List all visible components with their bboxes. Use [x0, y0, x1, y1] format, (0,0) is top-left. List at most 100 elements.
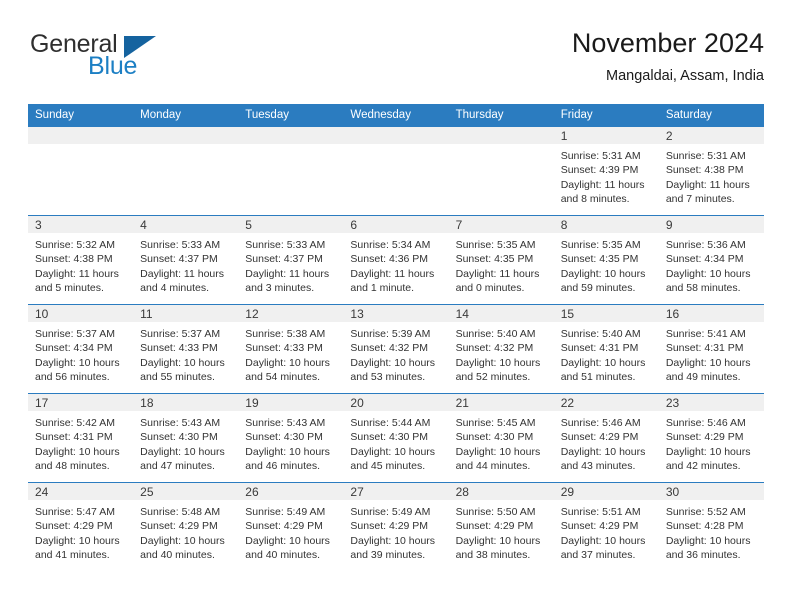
calendar-day-cell[interactable]: 7 Sunrise: 5:35 AM Sunset: 4:35 PM Daylight… — [448, 215, 554, 305]
sunrise-text: Sunrise: 5:38 AM — [245, 328, 326, 340]
page-title: November 2024 — [571, 28, 764, 58]
sunrise-text: Sunrise: 5:49 AM — [245, 506, 326, 518]
sunset-text: Sunset: 4:38 PM — [665, 164, 744, 177]
calendar-day-cell[interactable]: 13 Sunrise: 5:39 AM Sunset: 4:32 PM Dayligh… — [343, 304, 449, 394]
calendar-day-cell[interactable]: 10 Sunrise: 5:37 AM Sunset: 4:34 PM Dayligh… — [28, 304, 134, 394]
daylight-text-line2: and 43 minutes. — [560, 460, 636, 473]
sunset-text: Sunset: 4:29 PM — [455, 520, 534, 533]
day-details: Sunrise: 5:48 AM Sunset: 4:29 PM Daylight:… — [133, 500, 238, 563]
day-details: Sunrise: 5:40 AM Sunset: 4:31 PM Daylight:… — [554, 322, 659, 385]
daylight-text-line2: and 46 minutes. — [245, 460, 320, 473]
day-details: Sunrise: 5:51 AM Sunset: 4:29 PM Daylight:… — [554, 500, 659, 563]
calendar-day-cell[interactable]: 1 Sunrise: 5:31 AM Sunset: 4:39 PM Daylight… — [553, 126, 659, 216]
calendar-body: 1 Sunrise: 5:31 AM Sunset: 4:39 PM Daylight… — [28, 126, 764, 571]
calendar-table: Sunday Monday Tuesday Wednesday Thursday… — [28, 104, 764, 571]
calendar-day-cell[interactable]: 9 Sunrise: 5:36 AM Sunset: 4:34 PM Daylight… — [658, 215, 764, 305]
daylight-text-line2: and 5 minutes. — [35, 282, 104, 295]
weekday-header-friday: Friday — [553, 104, 659, 127]
calendar-day-cell[interactable]: 18 Sunrise: 5:43 AM Sunset: 4:30 PM Dayligh… — [133, 393, 239, 483]
sunset-text: Sunset: 4:35 PM — [560, 253, 639, 266]
day-details: Sunrise: 5:39 AM Sunset: 4:32 PM Daylight:… — [343, 322, 448, 385]
daylight-text-line2: and 1 minute. — [350, 282, 415, 295]
day-number: 12 — [238, 305, 344, 322]
sunrise-text: Sunrise: 5:52 AM — [665, 506, 746, 518]
day-details: Sunrise: 5:32 AM Sunset: 4:38 PM Daylight:… — [28, 233, 133, 296]
daylight-text-line2: and 58 minutes. — [665, 282, 741, 295]
day-number: 26 — [238, 483, 344, 500]
calendar-day-cell[interactable]: 24 Sunrise: 5:47 AM Sunset: 4:29 PM Dayligh… — [28, 482, 134, 571]
sunset-text: Sunset: 4:29 PM — [35, 520, 113, 533]
calendar-day-cell[interactable]: 20 Sunrise: 5:44 AM Sunset: 4:30 PM Dayligh… — [343, 393, 449, 483]
calendar-day-cell[interactable]: 3 Sunrise: 5:32 AM Sunset: 4:38 PM Daylight… — [28, 215, 134, 305]
calendar-day-cell[interactable]: 16 Sunrise: 5:41 AM Sunset: 4:31 PM Dayligh… — [658, 304, 764, 394]
daylight-text-line1: Daylight: 11 hours — [245, 267, 330, 280]
calendar-day-cell[interactable]: 14 Sunrise: 5:40 AM Sunset: 4:32 PM Dayligh… — [448, 304, 554, 394]
calendar-day-cell[interactable]: 12 Sunrise: 5:38 AM Sunset: 4:33 PM Dayligh… — [238, 304, 344, 394]
calendar-day-cell[interactable]: 11 Sunrise: 5:37 AM Sunset: 4:33 PM Dayligh… — [133, 304, 239, 394]
daylight-text-line2: and 49 minutes. — [665, 371, 741, 384]
sunrise-text: Sunrise: 5:37 AM — [140, 328, 221, 340]
calendar-day-cell[interactable]: 30 Sunrise: 5:52 AM Sunset: 4:28 PM Dayligh… — [658, 482, 764, 571]
day-number — [238, 127, 344, 144]
daylight-text-line2: and 37 minutes. — [560, 549, 636, 562]
weekday-header-thursday: Thursday — [448, 104, 554, 127]
sunset-text: Sunset: 4:30 PM — [455, 431, 534, 444]
sunrise-text: Sunrise: 5:49 AM — [350, 506, 431, 518]
sunset-text: Sunset: 4:29 PM — [245, 520, 323, 533]
daylight-text-line2: and 4 minutes. — [140, 282, 210, 295]
calendar-day-cell[interactable]: 2 Sunrise: 5:31 AM Sunset: 4:38 PM Daylight… — [658, 126, 764, 216]
calendar-day-cell[interactable]: 19 Sunrise: 5:43 AM Sunset: 4:30 PM Dayligh… — [238, 393, 344, 483]
daylight-text-line1: Daylight: 10 hours — [560, 445, 646, 458]
day-number: 13 — [343, 305, 449, 322]
sunset-text: Sunset: 4:30 PM — [245, 431, 323, 444]
weekday-header-wednesday: Wednesday — [343, 104, 449, 127]
sunset-text: Sunset: 4:35 PM — [455, 253, 534, 266]
daylight-text-line2: and 36 minutes. — [665, 549, 741, 562]
calendar-day-cell[interactable]: 25 Sunrise: 5:48 AM Sunset: 4:29 PM Dayligh… — [133, 482, 239, 571]
sunset-text: Sunset: 4:29 PM — [665, 431, 744, 444]
day-details: Sunrise: 5:31 AM Sunset: 4:38 PM Daylight:… — [659, 144, 764, 207]
calendar-day-cell[interactable]: 22 Sunrise: 5:46 AM Sunset: 4:29 PM Dayligh… — [553, 393, 659, 483]
day-number: 28 — [448, 483, 554, 500]
daylight-text-line1: Daylight: 10 hours — [665, 534, 751, 547]
sunrise-text: Sunrise: 5:48 AM — [140, 506, 221, 518]
day-details: Sunrise: 5:52 AM Sunset: 4:28 PM Daylight:… — [659, 500, 764, 563]
daylight-text-line1: Daylight: 11 hours — [140, 267, 224, 280]
calendar-day-cell[interactable]: 27 Sunrise: 5:49 AM Sunset: 4:29 PM Dayligh… — [343, 482, 449, 571]
daylight-text-line1: Daylight: 10 hours — [665, 356, 751, 369]
calendar-day-cell[interactable]: 28 Sunrise: 5:50 AM Sunset: 4:29 PM Dayligh… — [448, 482, 554, 571]
sunrise-text: Sunrise: 5:31 AM — [560, 150, 641, 162]
sunset-text: Sunset: 4:38 PM — [35, 253, 113, 266]
sunrise-text: Sunrise: 5:46 AM — [560, 417, 641, 429]
calendar-day-cell[interactable]: 5 Sunrise: 5:33 AM Sunset: 4:37 PM Daylight… — [238, 215, 344, 305]
sunset-text: Sunset: 4:36 PM — [350, 253, 429, 266]
calendar-day-cell[interactable]: 23 Sunrise: 5:46 AM Sunset: 4:29 PM Dayligh… — [658, 393, 764, 483]
calendar-day-cell[interactable]: 6 Sunrise: 5:34 AM Sunset: 4:36 PM Daylight… — [343, 215, 449, 305]
calendar-day-cell[interactable]: 8 Sunrise: 5:35 AM Sunset: 4:35 PM Daylight… — [553, 215, 659, 305]
daylight-text-line1: Daylight: 10 hours — [140, 534, 225, 547]
daylight-text-line1: Daylight: 10 hours — [350, 356, 436, 369]
calendar-day-cell[interactable]: 17 Sunrise: 5:42 AM Sunset: 4:31 PM Dayligh… — [28, 393, 134, 483]
calendar-week-row: 24 Sunrise: 5:47 AM Sunset: 4:29 PM Dayligh… — [28, 482, 764, 571]
day-details: Sunrise: 5:42 AM Sunset: 4:31 PM Daylight:… — [28, 411, 133, 474]
daylight-text-line2: and 47 minutes. — [140, 460, 215, 473]
day-number: 23 — [658, 394, 764, 411]
sunrise-text: Sunrise: 5:42 AM — [35, 417, 115, 429]
day-number — [133, 127, 239, 144]
day-number: 8 — [553, 216, 659, 233]
calendar-day-cell[interactable]: 4 Sunrise: 5:33 AM Sunset: 4:37 PM Daylight… — [133, 215, 239, 305]
calendar-day-cell[interactable]: 29 Sunrise: 5:51 AM Sunset: 4:29 PM Dayligh… — [553, 482, 659, 571]
day-number: 18 — [133, 394, 239, 411]
calendar-day-cell[interactable]: 15 Sunrise: 5:40 AM Sunset: 4:31 PM Dayligh… — [553, 304, 659, 394]
calendar-day-cell[interactable]: 26 Sunrise: 5:49 AM Sunset: 4:29 PM Dayligh… — [238, 482, 344, 571]
brand-logo[interactable]: General Blue — [28, 30, 228, 88]
daylight-text-line1: Daylight: 10 hours — [665, 267, 751, 280]
day-number: 3 — [28, 216, 134, 233]
calendar-cell-empty — [448, 126, 554, 216]
daylight-text-line1: Daylight: 11 hours — [455, 267, 540, 280]
sunrise-text: Sunrise: 5:46 AM — [665, 417, 746, 429]
day-details: Sunrise: 5:34 AM Sunset: 4:36 PM Daylight:… — [343, 233, 448, 296]
daylight-text-line1: Daylight: 10 hours — [455, 356, 541, 369]
calendar-day-cell[interactable]: 21 Sunrise: 5:45 AM Sunset: 4:30 PM Dayligh… — [448, 393, 554, 483]
day-number: 21 — [448, 394, 554, 411]
